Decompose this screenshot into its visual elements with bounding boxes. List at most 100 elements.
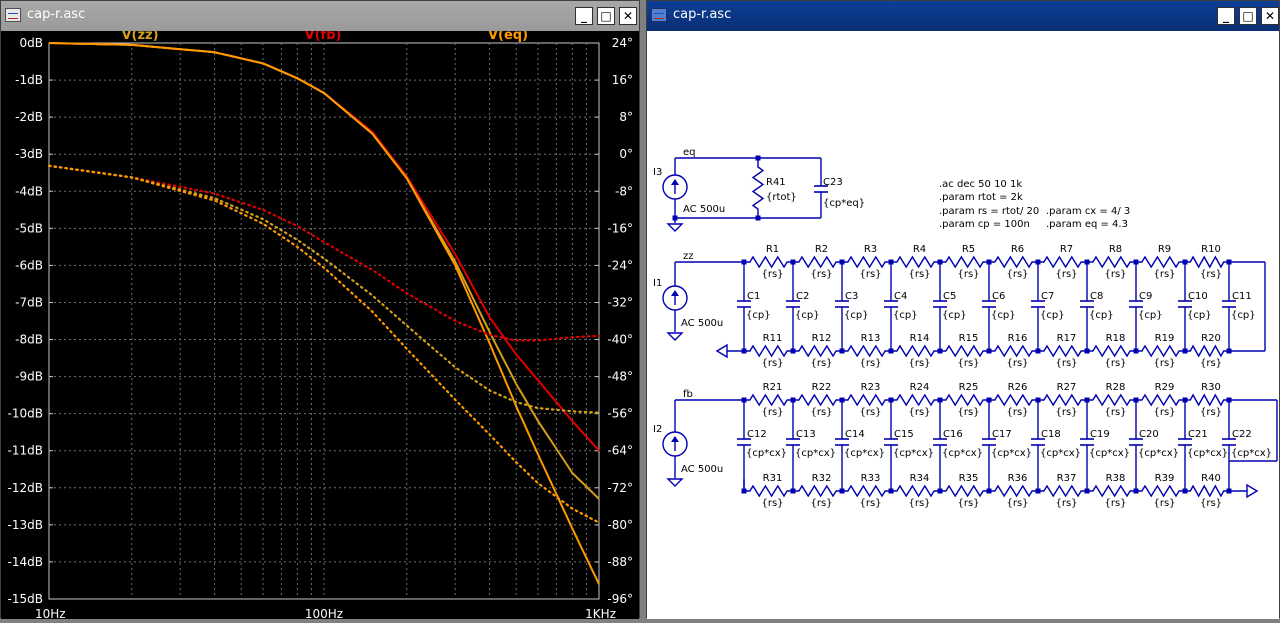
resistor-ref-label: R40 — [1201, 473, 1221, 484]
maximize-button[interactable]: □ — [1239, 7, 1257, 25]
schematic-svg[interactable]: .ac dec 50 10 1k .param rtot = 2k .param r… — [647, 31, 1279, 619]
plot-window[interactable]: cap-r.asc _ □ ✕ 0dB -1dB -2dB -3dB -4dB -5dB -… — [0, 0, 640, 621]
resistor-r39 — [1136, 484, 1185, 498]
resistor-r5 — [940, 255, 989, 269]
resistor-ref-label: R37 — [1057, 473, 1077, 484]
minimize-button[interactable]: _ — [1217, 7, 1235, 25]
spice-directive-param: .param rtot = 2k — [939, 192, 1023, 203]
resistor-ref-label: R26 — [1008, 382, 1028, 393]
schematic-window[interactable]: cap-r.asc _ □ ✕ .ac dec 50 10 1k .param r… — [646, 0, 1280, 619]
schematic-titlebar[interactable]: cap-r.asc _ □ ✕ — [647, 1, 1279, 31]
i3-value-label: AC 500u — [683, 204, 725, 215]
resistor-value-label: {rs} — [1153, 269, 1175, 280]
i1-value-label: AC 500u — [681, 318, 723, 329]
resistor-r23 — [842, 393, 891, 407]
capacitor-value-label: {cp*cx} — [1040, 448, 1081, 459]
resistor-value-label: {rs} — [1153, 407, 1175, 418]
resistor-value-label: {rs} — [1200, 498, 1222, 509]
current-arrow-head-icon — [671, 179, 679, 185]
resistor-r33 — [842, 484, 891, 498]
capacitor-value-label: {cp*cx} — [795, 448, 836, 459]
resistor-value-label: {rs} — [1055, 269, 1077, 280]
capacitor-ref-label: C5 — [943, 291, 956, 302]
capacitor-value-label: {cp*cx} — [893, 448, 934, 459]
left-axis-tick-label: -1dB — [15, 73, 43, 87]
capacitor-ref-label: C3 — [845, 291, 858, 302]
close-button[interactable]: ✕ — [1261, 7, 1279, 25]
ground-icon — [666, 332, 684, 341]
right-axis-tick-label: -96° — [607, 592, 633, 606]
resistor-r34 — [891, 484, 940, 498]
right-axis-tick-label: -16° — [607, 221, 633, 235]
resistor-value-label: {rs} — [1153, 498, 1175, 509]
capacitor-value-label: {cp*cx} — [1138, 448, 1179, 459]
right-axis-tick-label: -32° — [607, 295, 633, 309]
right-axis-tick-label: 8° — [619, 110, 633, 124]
resistor-value-label: {rs} — [1200, 358, 1222, 369]
capacitor-ref-label: C17 — [992, 429, 1012, 440]
resistor-value-label: {rs} — [1153, 358, 1175, 369]
resistor-ref-label: R25 — [959, 382, 979, 393]
resistor-value-label: {rs} — [1104, 358, 1126, 369]
spice-directive-param: .param rs = rtot/ 20 — [939, 206, 1039, 217]
schematic-elements: .ac dec 50 10 1k .param rtot = 2k .param r… — [653, 147, 1278, 509]
resistor-ref-label: R27 — [1057, 382, 1077, 393]
capacitor-value-label: {cp} — [795, 310, 820, 321]
resistor-ref-label: R23 — [861, 382, 881, 393]
resistor-ref-label: R33 — [861, 473, 881, 484]
resistor-ref-label: R18 — [1106, 333, 1126, 344]
port-arrow-icon — [1246, 483, 1259, 499]
capacitor-ref-label: C15 — [894, 429, 914, 440]
schematic-canvas[interactable]: .ac dec 50 10 1k .param rtot = 2k .param r… — [647, 31, 1279, 619]
minimize-button[interactable]: _ — [575, 7, 593, 25]
capacitor-ref-label: C13 — [796, 429, 816, 440]
right-axis-tick-label: -40° — [607, 333, 633, 347]
left-axis-tick-label: -11dB — [8, 444, 43, 458]
capacitor-ref-label: C6 — [992, 291, 1005, 302]
left-axis-tick-label: -7dB — [15, 295, 43, 309]
spice-directive-param: .param eq = 4.3 — [1046, 219, 1128, 230]
resistor-ref-label: R8 — [1109, 244, 1122, 255]
resistor-r30 — [1185, 393, 1229, 407]
close-button[interactable]: ✕ — [619, 7, 637, 25]
resistor-ref-label: R17 — [1057, 333, 1077, 344]
plot-titlebar[interactable]: cap-r.asc _ □ ✕ — [1, 1, 639, 31]
resistor-value-label: {rs} — [908, 269, 930, 280]
capacitor-value-label: {cp} — [1231, 310, 1256, 321]
right-axis-tick-label: -24° — [607, 258, 633, 272]
resistor-r29 — [1136, 393, 1185, 407]
left-axis-tick-label: -3dB — [15, 147, 43, 161]
current-arrow-head-icon — [671, 290, 679, 296]
resistor-r35 — [940, 484, 989, 498]
r41-value-label: {rtot} — [766, 192, 797, 203]
resistor-ref-label: R31 — [763, 473, 783, 484]
resistor-r9 — [1136, 255, 1185, 269]
maximize-button[interactable]: □ — [597, 7, 615, 25]
right-axis-tick-label: -56° — [607, 407, 633, 421]
spice-directive-param: .param cp = 100n — [939, 219, 1030, 230]
capacitor-value-label: {cp} — [1040, 310, 1065, 321]
right-axis-tick-label: -64° — [607, 444, 633, 458]
bode-plot-svg[interactable]: 0dB -1dB -2dB -3dB -4dB -5dB -6dB -7dB -8dB -9dB -… — [1, 28, 639, 621]
resistor-value-label: {rs} — [1006, 407, 1028, 418]
capacitor-ref-label: C19 — [1090, 429, 1110, 440]
resistor-r38 — [1087, 484, 1136, 498]
resistor-r4 — [891, 255, 940, 269]
resistor-ref-label: R32 — [812, 473, 832, 484]
right-axis-tick-label: 24° — [612, 36, 633, 50]
plot-frame — [48, 42, 600, 600]
waveform-plot[interactable]: 0dB -1dB -2dB -3dB -4dB -5dB -6dB -7dB -8dB -9dB -… — [1, 28, 639, 621]
resistor-value-label: {rs} — [859, 498, 881, 509]
capacitor-ref-label: C4 — [894, 291, 907, 302]
capacitor-ref-label: C22 — [1232, 429, 1252, 440]
capacitor-value-label: {cp} — [991, 310, 1016, 321]
resistor-ref-label: R30 — [1201, 382, 1221, 393]
resistor-ref-label: R2 — [815, 244, 828, 255]
resistor-value-label: {rs} — [859, 269, 881, 280]
right-axis-tick-label: -80° — [607, 518, 633, 532]
resistor-value-label: {rs} — [761, 269, 783, 280]
capacitor-ref-label: C10 — [1188, 291, 1208, 302]
resistor-value-label: {rs} — [957, 407, 979, 418]
capacitor-value-label: {cp} — [942, 310, 967, 321]
right-axis-tick-label: -8° — [615, 184, 633, 198]
